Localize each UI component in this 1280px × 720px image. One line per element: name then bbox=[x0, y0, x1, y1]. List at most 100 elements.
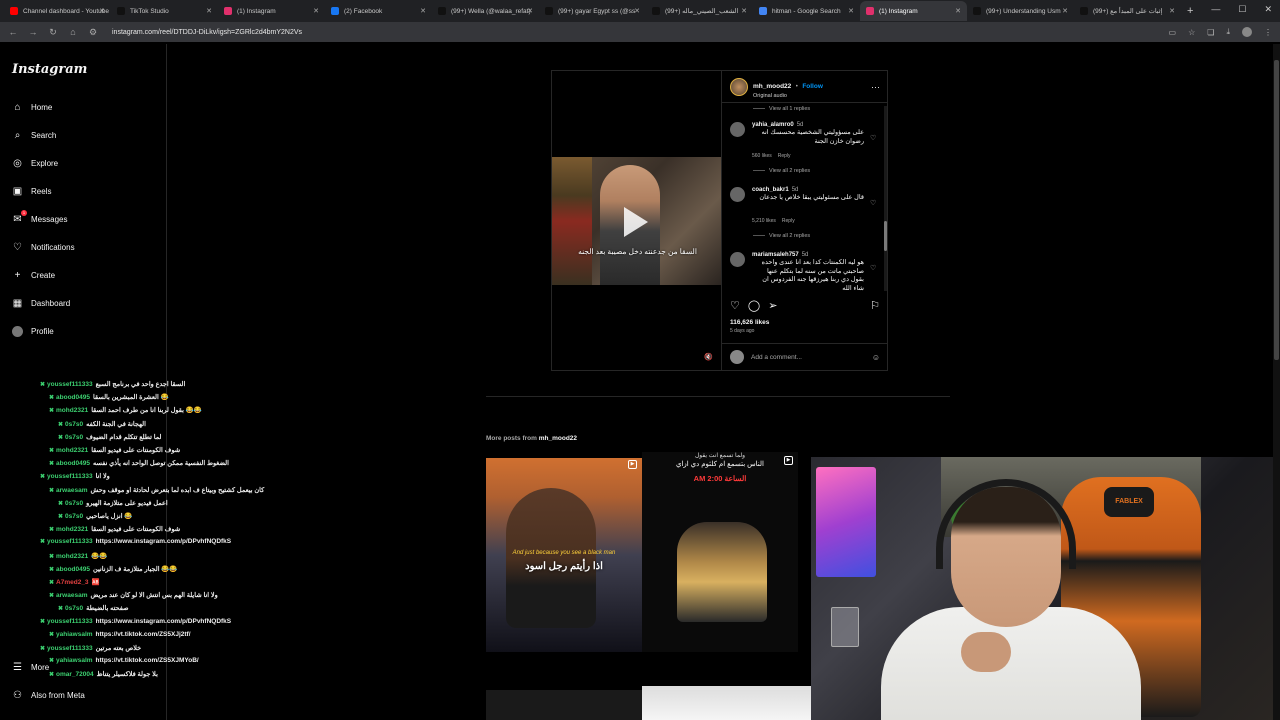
mute-icon[interactable]: 🔇 bbox=[704, 353, 713, 361]
reload-icon[interactable]: ↻ bbox=[48, 27, 58, 38]
commenter-name[interactable]: mariamsaleh757 bbox=[752, 252, 799, 258]
sidebar-item-more[interactable]: ☰ More bbox=[12, 662, 49, 673]
site-info-icon[interactable]: ⚙ bbox=[88, 27, 98, 38]
sidebar-item-reels[interactable]: ▣ Reels bbox=[12, 186, 52, 197]
play-icon[interactable] bbox=[624, 207, 648, 237]
share-send-icon[interactable]: ➢ bbox=[768, 299, 777, 312]
commenter-avatar[interactable] bbox=[730, 122, 745, 137]
sidebar-item-dashboard[interactable]: ▦ Dashboard bbox=[12, 298, 70, 309]
view-replies-link[interactable]: View all 1 replies bbox=[769, 106, 810, 112]
commenter-name[interactable]: coach_bakr1 bbox=[752, 187, 789, 193]
comment-input[interactable]: Add a comment... bbox=[751, 354, 865, 361]
bookmark-icon[interactable]: ⚐ bbox=[870, 299, 880, 312]
browser-tab[interactable]: (99+) Understanding Usm ✕ bbox=[967, 1, 1074, 21]
maximize-icon[interactable]: ☐ bbox=[1238, 4, 1246, 15]
comment-like-icon[interactable]: ♡ bbox=[870, 199, 876, 207]
tab-title: (99+) الشعب_الصيني_ماله bbox=[665, 8, 739, 15]
close-window-icon[interactable]: ✕ bbox=[1264, 4, 1272, 15]
comment-bubble-icon[interactable]: ◯ bbox=[748, 299, 760, 312]
browser-profile-avatar[interactable] bbox=[1242, 27, 1252, 37]
browser-tab[interactable]: Channel dashboard - Youtube ✕ bbox=[4, 1, 111, 21]
tab-close-icon[interactable]: ✕ bbox=[955, 7, 961, 15]
bookmark-star-icon[interactable]: ☆ bbox=[1188, 28, 1195, 37]
commenter-username[interactable]: mariamsaleh757 5d bbox=[752, 252, 808, 258]
tab-close-icon[interactable]: ✕ bbox=[527, 7, 533, 15]
comments-scrollbar[interactable] bbox=[884, 106, 887, 291]
chat-badge-icon: ✖ bbox=[58, 434, 64, 441]
comment-like-icon[interactable]: ♡ bbox=[870, 264, 876, 272]
comment-like-icon[interactable]: ♡ bbox=[870, 134, 876, 142]
bookshelf-image bbox=[552, 157, 592, 285]
commenter-username[interactable]: yahia_alamro0 5d bbox=[752, 122, 803, 128]
sidebar-item-also-from-meta[interactable]: ⚇ Also from Meta bbox=[12, 690, 85, 701]
scrollbar-thumb[interactable] bbox=[884, 221, 887, 251]
more-post-thumb-2[interactable]: ولما تسمع انت يقول الناس بتسمع ام كلثوم … bbox=[642, 452, 798, 652]
more-post-thumb-3[interactable] bbox=[486, 690, 642, 720]
comment-likes[interactable]: 5,210 likes bbox=[752, 218, 776, 224]
browser-tab[interactable]: (99+) إثبات على المبدأ مع ✕ bbox=[1074, 1, 1181, 21]
webcam-overlay: FABLEX bbox=[811, 457, 1280, 720]
instagram-logo[interactable]: Instagram bbox=[12, 62, 87, 77]
tab-close-icon[interactable]: ✕ bbox=[99, 7, 105, 15]
sidebar-item-home[interactable]: ⌂ Home bbox=[12, 102, 52, 113]
tab-close-icon[interactable]: ✕ bbox=[634, 7, 640, 15]
chat-text: ولا انا bbox=[95, 473, 110, 481]
extensions-icon[interactable]: ❏ bbox=[1207, 28, 1214, 37]
sidebar-item-create[interactable]: + Create bbox=[12, 270, 55, 281]
commenter-name[interactable]: yahia_alamro0 bbox=[752, 122, 794, 128]
sidebar-item-notifications[interactable]: ♡ Notifications bbox=[12, 242, 75, 253]
home-browser-icon[interactable]: ⌂ bbox=[68, 27, 78, 37]
more-post-thumb-4[interactable] bbox=[642, 686, 812, 720]
tab-close-icon[interactable]: ✕ bbox=[313, 7, 319, 15]
reel-video[interactable]: السقا من جدعنته دخل مصيبة بعد الجنه 🔇 bbox=[552, 71, 721, 370]
tab-close-icon[interactable]: ✕ bbox=[1062, 7, 1068, 15]
browser-tab[interactable]: (99+) الشعب_الصيني_ماله ✕ bbox=[646, 1, 753, 21]
cast-icon[interactable]: ▭ bbox=[1169, 28, 1177, 37]
sidebar-item-search[interactable]: ⌕ Search bbox=[12, 130, 57, 141]
sidebar-item-messages[interactable]: ✉ 1 Messages bbox=[12, 210, 67, 225]
tab-close-icon[interactable]: ✕ bbox=[741, 7, 747, 15]
tab-close-icon[interactable]: ✕ bbox=[206, 7, 212, 15]
tab-close-icon[interactable]: ✕ bbox=[848, 7, 854, 15]
browser-tab[interactable]: (1) Instagram ✕ bbox=[218, 1, 325, 21]
browser-tab[interactable]: (2) Facebook ✕ bbox=[325, 1, 432, 21]
sidebar-item-profile[interactable]: Profile bbox=[12, 326, 54, 337]
view-replies-link[interactable]: View all 2 replies bbox=[769, 168, 810, 174]
sidebar-item-explore[interactable]: ◎ Explore bbox=[12, 158, 58, 169]
chat-badge-icon: ✖ bbox=[58, 500, 64, 507]
minimize-icon[interactable]: — bbox=[1211, 4, 1220, 15]
browser-menu-icon[interactable]: ⋮ bbox=[1264, 28, 1272, 37]
browser-tab[interactable]: TikTok Studio ✕ bbox=[111, 1, 218, 21]
comment-likes[interactable]: 560 likes bbox=[752, 153, 772, 159]
browser-tab[interactable]: (99+) gayar Egypt ss (@ss ✕ bbox=[539, 1, 646, 21]
download-icon[interactable]: ⤓ bbox=[1226, 27, 1230, 37]
author-avatar[interactable] bbox=[730, 77, 748, 96]
like-heart-icon[interactable]: ♡ bbox=[730, 299, 740, 312]
back-icon[interactable]: ← bbox=[8, 27, 18, 37]
follow-button[interactable]: Follow bbox=[802, 83, 823, 90]
more-post-thumb-1[interactable]: And just because you see a black man اذا… bbox=[486, 458, 642, 652]
browser-tab[interactable]: (1) Instagram ✕ bbox=[860, 1, 967, 21]
more-posts-username[interactable]: mh_mood22 bbox=[539, 435, 577, 442]
emoji-icon[interactable]: ☺ bbox=[872, 353, 880, 362]
browser-tab[interactable]: hitman - Google Search ✕ bbox=[753, 1, 860, 21]
more-options-icon[interactable]: ··· bbox=[871, 82, 880, 92]
reply-button[interactable]: Reply bbox=[778, 153, 791, 159]
commenter-avatar[interactable] bbox=[730, 252, 745, 267]
url-field[interactable]: instagram.com/reel/DTDDJ-DiLkv/igsh=ZGRl… bbox=[112, 29, 1159, 36]
chat-username: 0s7s0 bbox=[65, 499, 84, 507]
author-username[interactable]: mh_mood22 bbox=[753, 83, 791, 90]
reply-button[interactable]: Reply bbox=[782, 218, 795, 224]
forward-icon[interactable]: → bbox=[28, 27, 38, 37]
likes-count[interactable]: 116,626 likes bbox=[730, 319, 769, 326]
view-replies-link[interactable]: View all 2 replies bbox=[769, 233, 810, 239]
commenter-avatar[interactable] bbox=[730, 187, 745, 202]
new-tab-button[interactable]: + bbox=[1187, 5, 1193, 17]
browser-tab[interactable]: (99+) Wella (@walaa_refat) ✕ bbox=[432, 1, 539, 21]
tab-close-icon[interactable]: ✕ bbox=[1169, 7, 1175, 15]
page-scrollbar-thumb[interactable] bbox=[1274, 60, 1279, 360]
chat-badge-icon: ✖ bbox=[49, 580, 55, 586]
tab-close-icon[interactable]: ✕ bbox=[420, 7, 426, 15]
audio-label[interactable]: Original audio bbox=[753, 93, 823, 99]
commenter-username[interactable]: coach_bakr1 5d bbox=[752, 187, 798, 193]
